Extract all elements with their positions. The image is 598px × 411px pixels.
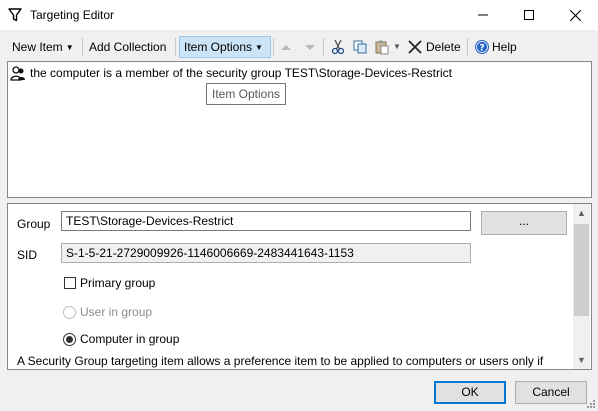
targeting-editor-window: Targeting Editor New Item ▼ Add Collectio… — [0, 0, 598, 411]
filter-funnel-icon — [8, 8, 22, 22]
maximize-icon — [524, 10, 534, 20]
window-title: Targeting Editor — [30, 8, 115, 22]
move-down-icon[interactable] — [302, 39, 318, 55]
new-item-button[interactable]: New Item ▼ — [8, 36, 78, 58]
delete-button[interactable]: Delete — [422, 36, 465, 58]
ok-button[interactable]: OK — [434, 381, 506, 404]
security-group-icon — [10, 66, 25, 81]
toolbar-separator — [273, 38, 274, 56]
item-options-tooltip: Item Options — [206, 83, 287, 105]
delete-x-icon — [408, 40, 422, 54]
delete-label: Delete — [426, 40, 461, 54]
scrollbar-thumb[interactable] — [574, 224, 589, 316]
scroll-up-icon[interactable]: ▲ — [573, 204, 590, 221]
toolbar-separator — [82, 38, 83, 56]
toolbar: New Item ▼ Add Collection Item Options ▼ ▼ — [0, 34, 598, 60]
toolbar-separator — [467, 38, 468, 56]
browse-button[interactable]: ... — [481, 211, 567, 235]
primary-group-checkbox[interactable] — [64, 277, 76, 289]
new-item-label: New Item — [12, 40, 63, 54]
title-bar: Targeting Editor — [0, 0, 598, 30]
user-in-group-label: User in group — [80, 305, 153, 319]
close-button[interactable] — [552, 0, 598, 30]
maximize-button[interactable] — [506, 0, 552, 30]
properties-pane: Group TEST\Storage-Devices-Restrict ... … — [7, 203, 592, 370]
svg-text:?: ? — [479, 44, 484, 54]
help-label: Help — [492, 40, 517, 54]
add-collection-label: Add Collection — [89, 40, 167, 54]
list-item-text: the computer is a member of the security… — [30, 66, 452, 80]
group-field[interactable]: TEST\Storage-Devices-Restrict — [61, 211, 471, 231]
minimize-icon — [478, 14, 488, 16]
help-button[interactable]: Help — [488, 36, 521, 58]
vertical-scrollbar[interactable]: ▲ ▼ — [573, 204, 590, 369]
sid-field[interactable]: S-1-5-21-2729009926-1146006669-248344164… — [61, 243, 471, 263]
resize-grip-icon[interactable] — [586, 399, 596, 409]
copy-icon[interactable] — [352, 39, 368, 55]
computer-in-group-label: Computer in group — [80, 332, 180, 346]
group-label: Group — [17, 217, 51, 231]
chevron-down-icon[interactable]: ▼ — [393, 42, 401, 51]
chevron-down-icon: ▼ — [255, 43, 263, 52]
paste-icon[interactable] — [374, 39, 390, 55]
move-up-icon[interactable] — [278, 39, 294, 55]
cut-icon[interactable] — [330, 39, 346, 55]
toolbar-separator — [323, 38, 324, 56]
primary-group-label: Primary group — [80, 276, 156, 290]
sid-label: SID — [17, 248, 38, 262]
toolbar-separator — [175, 38, 176, 56]
cancel-button[interactable]: Cancel — [515, 381, 587, 404]
list-item[interactable]: the computer is a member of the security… — [10, 65, 452, 81]
targeting-items-list[interactable]: the computer is a member of the security… — [7, 61, 592, 198]
item-options-label: Item Options — [184, 40, 253, 54]
chevron-down-icon: ▼ — [65, 43, 74, 52]
minimize-button[interactable] — [460, 0, 506, 30]
user-in-group-radio[interactable] — [63, 306, 76, 319]
item-options-button[interactable]: Item Options ▼ — [179, 36, 271, 58]
computer-in-group-radio[interactable] — [63, 333, 76, 346]
close-icon — [569, 9, 581, 21]
description-text: A Security Group targeting item allows a… — [17, 354, 544, 368]
add-collection-button[interactable]: Add Collection — [85, 36, 170, 58]
scroll-down-icon[interactable]: ▼ — [573, 351, 590, 368]
